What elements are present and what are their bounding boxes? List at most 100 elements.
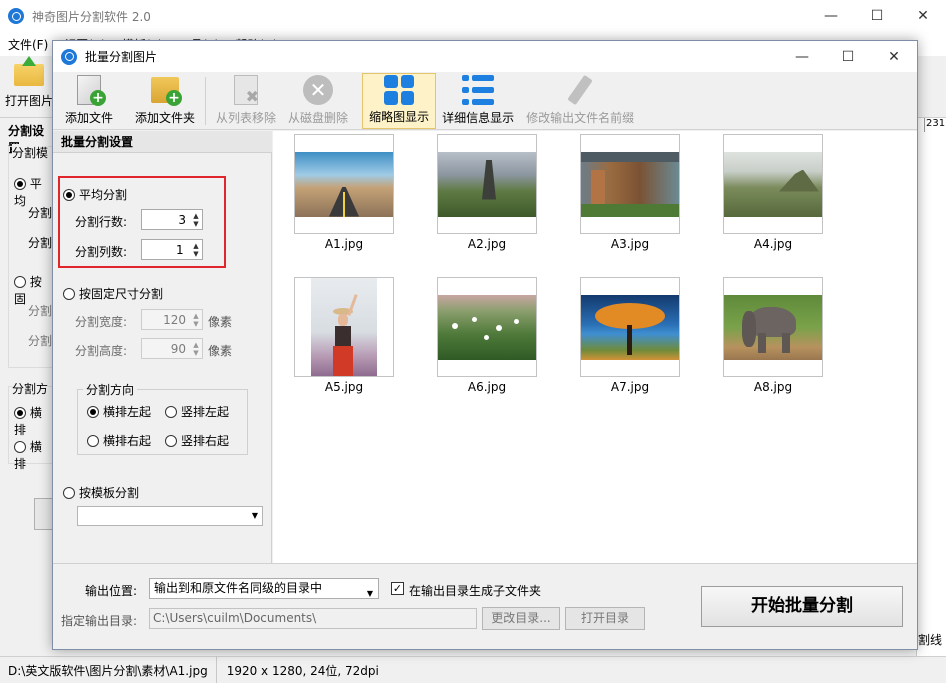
width-label: 分割宽度:: [75, 315, 128, 329]
dir-h-right-label: 横排右起: [103, 434, 152, 448]
girl-image: [311, 278, 377, 376]
thumbnail-a1[interactable]: [294, 134, 394, 234]
flowers-image: [438, 294, 536, 360]
road-image: [295, 151, 393, 217]
thumbnail-a4[interactable]: [723, 134, 823, 234]
rename-prefix-button[interactable]: 修改输出文件名前缀: [520, 73, 640, 129]
main-close-icon[interactable]: ✕: [900, 0, 946, 32]
thumbnail-a6[interactable]: [437, 277, 537, 377]
delete-circle-icon: ✕: [301, 73, 335, 106]
dir-v-right-label: 竖排右起: [181, 434, 230, 448]
change-dir-button[interactable]: 更改目录...: [482, 607, 560, 630]
dialog-titlebar: 批量分割图片 — ☐ ✕: [53, 41, 917, 72]
fixed-size-label: 按固定尺寸分割: [79, 287, 164, 301]
height-stepper-arrows-icon[interactable]: ▲ ▼: [190, 339, 202, 358]
template-split-radio[interactable]: 按模板分割: [63, 484, 139, 501]
thumbnail-a3[interactable]: [580, 134, 680, 234]
rows-stepper[interactable]: 3 ▲ ▼: [141, 209, 203, 230]
detail-view-button[interactable]: 详细信息显示: [436, 73, 520, 129]
start-batch-split-button[interactable]: 开始批量分割: [701, 586, 903, 627]
dialog-globe-icon: [61, 48, 77, 65]
main-split-mode-label: 分割模: [12, 144, 49, 161]
add-file-button[interactable]: + 添加文件: [59, 73, 119, 129]
grid-view-icon: [382, 74, 416, 105]
add-folder-icon: +: [148, 73, 183, 106]
width-value: 120: [163, 312, 186, 327]
batch-split-dialog: 批量分割图片 — ☐ ✕ + 添加文件 + 添加文件夹 ✖ 从列表移除 ✕ 从磁…: [52, 40, 918, 650]
main-dir-radio-1-dot: [14, 407, 26, 419]
template-select[interactable]: ▼: [77, 506, 263, 526]
dialog-minimize-icon[interactable]: —: [779, 41, 825, 73]
batch-settings-panel: 批量分割设置 平均分割 分割行数: 3 ▲ ▼ 分割列数: 1 ▲ ▼ 按固定尺寸分…: [53, 131, 272, 563]
main-cols-label: 分割: [28, 236, 53, 250]
open-folder-icon: [14, 64, 44, 86]
main-hidden-button[interactable]: [34, 498, 54, 530]
main-fixed-radio-dot: [14, 276, 26, 288]
batch-settings-header: 批量分割设置: [53, 131, 272, 153]
fixed-size-radio[interactable]: 按固定尺寸分割: [63, 285, 163, 302]
thumbnail-a2-label: A2.jpg: [467, 237, 507, 251]
main-dir-radio-2[interactable]: 横排: [14, 438, 52, 472]
dialog-window-controls: — ☐ ✕: [779, 41, 917, 73]
dir-v-left-radio-dot: [165, 405, 177, 418]
main-dir-radio-1[interactable]: 横排: [14, 404, 52, 438]
output-location-value: 输出到和原文件名同级的目录中: [154, 581, 323, 595]
image-thumbnail-area: A1.jpg A2.jpg A3.jpg A4.jpg A5.jpg A6.jp…: [273, 131, 917, 563]
dialog-title: 批量分割图片: [85, 50, 158, 64]
remove-from-list-label: 从列表移除: [216, 111, 277, 125]
thumbnail-a5-label: A5.jpg: [324, 380, 364, 394]
main-direction-label: 分割方: [12, 380, 49, 397]
tree-image: [581, 294, 679, 360]
fixed-size-radio-dot: [63, 287, 75, 300]
dir-v-right-radio[interactable]: 竖排右起: [165, 432, 229, 449]
main-statusbar: D:\英文版软件\图片分割\素材\A1.jpg 1920 x 1280, 24位…: [0, 656, 946, 683]
main-maximize-icon[interactable]: ☐: [854, 0, 900, 32]
main-rows-label: 分割: [28, 206, 53, 220]
add-folder-label: 添加文件夹: [135, 111, 196, 125]
open-dir-button[interactable]: 打开目录: [565, 607, 645, 630]
open-image-button[interactable]: 打开图片: [4, 60, 54, 114]
dir-h-left-radio-dot: [87, 405, 99, 418]
add-folder-button[interactable]: + 添加文件夹: [129, 73, 201, 129]
menu-file[interactable]: 文件(F): [8, 36, 48, 53]
cols-stepper[interactable]: 1 ▲ ▼: [141, 239, 203, 260]
dialog-close-icon[interactable]: ✕: [871, 41, 917, 73]
cols-value: 1: [176, 242, 184, 257]
elephant-image: [724, 294, 822, 360]
subfolder-label: 在输出目录生成子文件夹: [409, 584, 542, 598]
dir-h-left-radio[interactable]: 横排左起: [87, 403, 151, 420]
subfolder-checkbox[interactable]: ✓: [391, 582, 404, 595]
main-dir-radio-2-dot: [14, 441, 26, 453]
thumbnail-a2[interactable]: [437, 134, 537, 234]
output-location-select[interactable]: 输出到和原文件名同级的目录中 ▼: [149, 578, 379, 599]
output-location-label: 输出位置:: [85, 584, 138, 598]
rename-prefix-label: 修改输出文件名前缀: [526, 111, 635, 125]
thumbnail-a7[interactable]: [580, 277, 680, 377]
thumbnail-view-button[interactable]: 缩略图显示: [362, 73, 437, 129]
dialog-maximize-icon[interactable]: ☐: [825, 41, 871, 73]
thumbnail-a5[interactable]: [294, 277, 394, 377]
dir-v-left-radio[interactable]: 竖排左起: [165, 403, 229, 420]
detail-view-label: 详细信息显示: [442, 111, 515, 125]
direction-title: 分割方向: [83, 381, 138, 398]
remove-from-list-button[interactable]: ✖ 从列表移除: [210, 73, 282, 129]
thumbnail-a4-label: A4.jpg: [753, 237, 793, 251]
dir-h-left-label: 横排左起: [103, 405, 152, 419]
height-stepper[interactable]: 90 ▲ ▼: [141, 338, 203, 359]
width-stepper[interactable]: 120 ▲ ▼: [141, 309, 203, 330]
width-stepper-arrows-icon[interactable]: ▲ ▼: [190, 310, 202, 329]
rows-stepper-arrows-icon[interactable]: ▲ ▼: [190, 210, 202, 229]
thumbnail-view-label: 缩略图显示: [369, 110, 430, 124]
split-line-label: 割线: [917, 633, 942, 647]
thumbnail-a3-label: A3.jpg: [610, 237, 650, 251]
dir-h-right-radio[interactable]: 横排右起: [87, 432, 151, 449]
delete-from-disk-button[interactable]: ✕ 从磁盘删除: [282, 73, 354, 129]
main-avg-radio-dot: [14, 178, 26, 190]
add-file-label: 添加文件: [65, 111, 114, 125]
thumbnail-a8[interactable]: [723, 277, 823, 377]
output-dir-input[interactable]: C:\Users\cuilm\Documents\: [149, 608, 477, 629]
delete-from-disk-label: 从磁盘删除: [288, 111, 349, 125]
avg-split-radio[interactable]: 平均分割: [63, 186, 127, 203]
main-minimize-icon[interactable]: —: [808, 0, 854, 32]
cols-stepper-arrows-icon[interactable]: ▲ ▼: [190, 240, 202, 259]
